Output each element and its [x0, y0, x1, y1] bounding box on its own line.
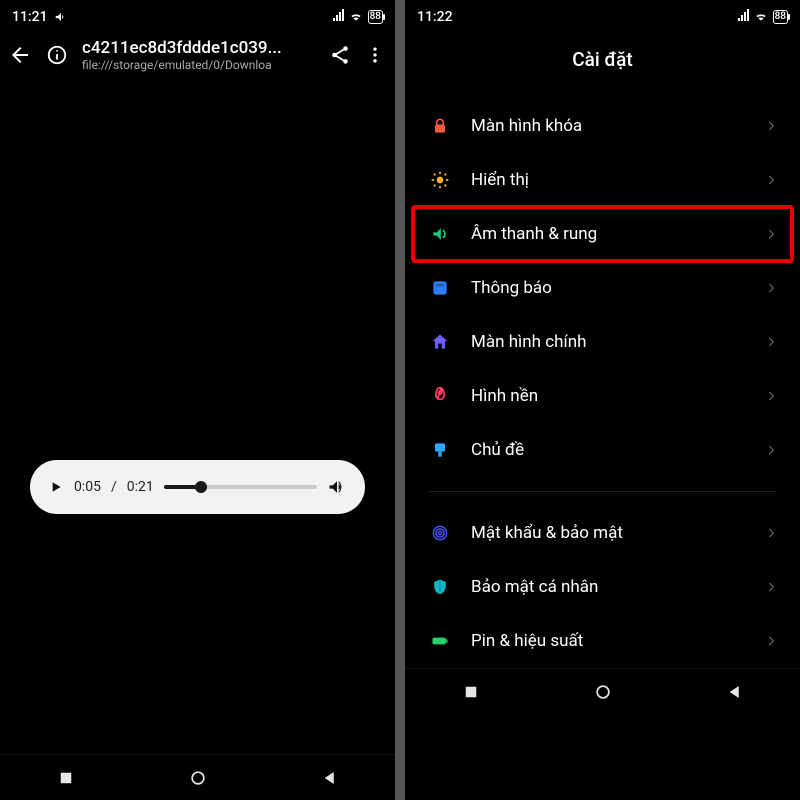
share-icon[interactable] [329, 44, 351, 66]
chevron-right-icon [764, 119, 778, 133]
audio-seek-track[interactable] [164, 485, 317, 489]
battery-indicator: 88 [368, 10, 383, 24]
settings-row-label: Âm thanh & rung [471, 224, 746, 244]
settings-list: Màn hình khóa Hiển thị Âm thanh & rung T… [405, 99, 800, 668]
sun-icon [427, 170, 453, 190]
settings-row-label: Màn hình khóa [471, 116, 746, 136]
status-bar: 11:22 88 [405, 0, 800, 30]
nav-home-icon[interactable] [593, 682, 613, 702]
nav-bar [0, 754, 395, 800]
content-area: 0:05 / 0:21 [0, 80, 395, 754]
audio-current-time: 0:05 [74, 479, 101, 495]
nav-home-icon[interactable] [188, 768, 208, 788]
chevron-right-icon [764, 634, 778, 648]
settings-row-fingerprint[interactable]: Mật khẩu & bảo mật [413, 506, 792, 560]
back-icon[interactable] [8, 43, 32, 67]
shield-icon [427, 577, 453, 597]
chevron-right-icon [764, 526, 778, 540]
divider [429, 491, 776, 492]
play-icon[interactable] [48, 479, 64, 495]
settings-row-notification[interactable]: Thông báo [413, 261, 792, 315]
settings-row-label: Thông báo [471, 278, 746, 298]
settings-row-theme[interactable]: Chủ đề [413, 423, 792, 477]
nav-recent-icon[interactable] [57, 769, 75, 787]
settings-title: Cài đặt [405, 30, 800, 99]
settings-row-lock[interactable]: Màn hình khóa [413, 99, 792, 153]
wifi-icon [753, 10, 769, 24]
speaker-icon[interactable] [327, 477, 347, 497]
audio-time-sep: / [111, 479, 117, 495]
nav-recent-icon[interactable] [462, 683, 480, 701]
audio-knob[interactable] [195, 481, 207, 493]
nav-bar [405, 668, 800, 714]
fingerprint-icon [427, 523, 453, 543]
audio-player[interactable]: 0:05 / 0:21 [30, 460, 365, 514]
wallpaper-icon [427, 386, 453, 406]
chevron-right-icon [764, 443, 778, 457]
status-time: 11:22 [417, 9, 453, 25]
phone-settings: 11:22 88 Cài đặt Màn hình khóa Hiển thị … [405, 0, 800, 800]
wifi-icon [348, 10, 364, 24]
page-title: c4211ec8d3fddde1c039... [82, 38, 315, 58]
home-icon [427, 332, 453, 352]
settings-row-wallpaper[interactable]: Hình nền [413, 369, 792, 423]
volume-icon [54, 10, 68, 24]
settings-row-label: Hiển thị [471, 170, 746, 190]
status-time: 11:21 [12, 9, 48, 25]
settings-row-sound[interactable]: Âm thanh & rung [413, 207, 792, 261]
settings-row-label: Hình nền [471, 386, 746, 406]
signal-icon [738, 9, 749, 25]
page-url: file:///storage/emulated/0/Downloa [82, 58, 315, 72]
info-icon[interactable] [46, 44, 68, 66]
settings-row-label: Màn hình chính [471, 332, 746, 352]
nav-back-icon[interactable] [726, 683, 744, 701]
browser-header: c4211ec8d3fddde1c039... file:///storage/… [0, 30, 395, 80]
audio-total-time: 0:21 [127, 479, 154, 495]
chevron-right-icon [764, 227, 778, 241]
nav-back-icon[interactable] [321, 769, 339, 787]
settings-row-home[interactable]: Màn hình chính [413, 315, 792, 369]
settings-row-label: Pin & hiệu suất [471, 631, 746, 651]
chevron-right-icon [764, 335, 778, 349]
settings-row-label: Mật khẩu & bảo mật [471, 523, 746, 543]
phone-browser: 11:21 88 c4211ec8d3fddde1c039... file://… [0, 0, 395, 800]
chevron-right-icon [764, 580, 778, 594]
settings-row-sun[interactable]: Hiển thị [413, 153, 792, 207]
settings-row-label: Bảo mật cá nhân [471, 577, 746, 597]
settings-row-battery[interactable]: Pin & hiệu suất [413, 614, 792, 668]
chevron-right-icon [764, 173, 778, 187]
more-icon[interactable] [365, 44, 385, 66]
sound-icon [427, 224, 453, 244]
settings-row-label: Chủ đề [471, 440, 746, 460]
signal-icon [333, 9, 344, 25]
settings-row-shield[interactable]: Bảo mật cá nhân [413, 560, 792, 614]
lock-icon [427, 116, 453, 136]
chevron-right-icon [764, 389, 778, 403]
notification-icon [427, 278, 453, 298]
battery-indicator: 88 [773, 10, 788, 24]
battery-icon [427, 631, 453, 651]
theme-icon [427, 440, 453, 460]
chevron-right-icon [764, 281, 778, 295]
status-bar: 11:21 88 [0, 0, 395, 30]
